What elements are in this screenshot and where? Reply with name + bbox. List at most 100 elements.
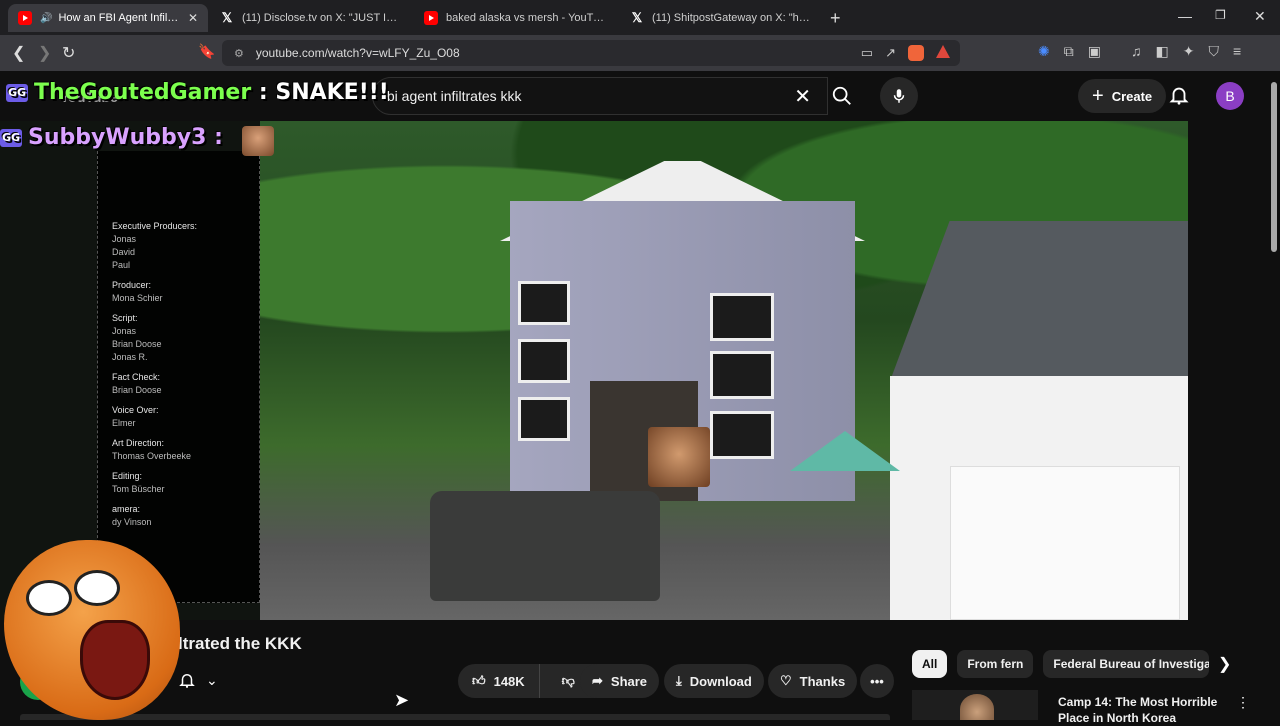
subscription-notifications[interactable]: ⌄ <box>178 670 218 690</box>
brave-rewards-icon[interactable] <box>936 45 950 58</box>
emote-face <box>648 427 710 487</box>
reload-icon[interactable]: ↻ <box>62 43 75 63</box>
recommendation-thumbnail[interactable] <box>912 690 1038 720</box>
barn-window <box>518 397 570 441</box>
brave-shield-icon[interactable] <box>908 45 924 61</box>
download-button[interactable]: ⤓ Download <box>664 664 764 698</box>
new-tab-button[interactable]: + <box>830 8 841 29</box>
puzzle-icon[interactable]: ⧉ <box>1064 43 1074 60</box>
recommendation-chips: All From fern Federal Bureau of Investig… <box>912 650 1210 678</box>
account-avatar[interactable]: B <box>1216 82 1244 110</box>
youtube-icon <box>424 11 438 25</box>
bookmark-icon[interactable]: 🔖 <box>198 43 215 60</box>
download-label: Download <box>689 673 752 689</box>
chip-all[interactable]: All <box>912 650 948 678</box>
like-count: 148K <box>493 673 525 689</box>
tab-4[interactable]: 𝕏 (11) ShitpostGateway on X: "https://t <box>620 4 820 32</box>
credits-panel: Executive Producers: Jonas David Paul Produc… <box>97 151 260 603</box>
search-query: fbi agent infiltrates kkk <box>383 88 522 104</box>
vpn-icon[interactable]: ⛉ <box>1208 43 1219 60</box>
browser-toolbar: ❮ ❯ ↻ 🔖 ⚙ youtube.com/watch?v=wLFY_Zu_O0… <box>0 35 1280 71</box>
voice-search-button[interactable] <box>880 77 918 115</box>
channel-badge-icon: GG <box>6 84 28 102</box>
menu-icon[interactable]: ≡ <box>1233 43 1241 60</box>
close-window-icon[interactable]: ✕ <box>1254 8 1266 25</box>
create-button[interactable]: + Create <box>1078 79 1167 113</box>
scrollbar-thumb[interactable] <box>1271 82 1277 252</box>
stream-overlay-message: GG TheGoutedGamer : SNAKE!!! <box>6 80 389 105</box>
microphone-icon <box>893 89 905 103</box>
garage-door <box>950 466 1180 620</box>
channel-badge-icon: GG <box>0 129 22 147</box>
overlay-streamer: TheGoutedGamer <box>34 80 252 105</box>
cast-icon[interactable]: ▭ <box>861 45 873 61</box>
credit-role: Editing: <box>112 471 143 481</box>
mascot-eye <box>74 570 120 606</box>
thumbs-up-icon: 👍︎ <box>472 673 486 688</box>
create-label: Create <box>1111 88 1153 104</box>
address-bar[interactable]: ⚙ youtube.com/watch?v=wLFY_Zu_O08 ▭ ↗ <box>222 40 960 66</box>
share-label: Share <box>610 673 648 689</box>
credit-role: Voice Over: <box>112 405 159 415</box>
emote-face <box>242 126 274 156</box>
share-button[interactable]: ➦ Share <box>580 664 660 698</box>
bell-icon <box>1169 87 1189 105</box>
video-frame <box>260 121 1188 620</box>
close-tab-icon[interactable]: ✕ <box>188 11 198 25</box>
notifications-button[interactable] <box>1168 83 1190 112</box>
back-icon[interactable]: ❮ <box>12 43 25 63</box>
forward-icon[interactable]: ❯ <box>38 43 51 63</box>
tab-3[interactable]: baked alaska vs mersh - YouTube <box>414 4 614 32</box>
chevron-down-icon: ⌄ <box>206 671 218 688</box>
sidebar-icon[interactable]: ◧ <box>1155 43 1168 60</box>
credit-role: Fact Check: <box>112 372 161 382</box>
recommendation-title[interactable]: Camp 14: The Most Horrible Place in Nort… <box>1058 694 1228 726</box>
extension-icon[interactable]: ✺ <box>1038 43 1050 60</box>
credit-name: Brian Doose <box>112 339 162 349</box>
tab-2[interactable]: 𝕏 (11) Disclose.tv on X: "JUST IN - UK r <box>210 4 410 32</box>
video-player[interactable]: Executive Producers: Jonas David Paul Produc… <box>0 121 1188 620</box>
credit-name: David <box>112 247 136 257</box>
tab-title: How an FBI Agent Infiltrated t <box>58 12 180 24</box>
thanks-icon: ♡ <box>780 673 792 688</box>
credit-role: Producer: <box>112 280 152 290</box>
site-settings-icon[interactable]: ⚙ <box>234 47 244 60</box>
chip-from-channel[interactable]: From fern <box>957 650 1034 678</box>
chevron-right-icon[interactable]: ❯ <box>1218 654 1231 674</box>
search-input[interactable]: fbi agent infiltrates kkk ✕ <box>372 77 828 115</box>
leo-icon[interactable]: ✦ <box>1183 43 1195 60</box>
stream-overlay-chatter: GG SubbyWubby3 : <box>0 125 223 150</box>
overlay-message: SNAKE!!! <box>275 80 389 105</box>
credit-name: Elmer <box>112 418 136 428</box>
credit-name: Mona Schier <box>112 293 163 303</box>
like-button[interactable]: 👍︎ 148K <box>458 664 540 698</box>
clear-search-icon[interactable]: ✕ <box>794 84 811 109</box>
x-icon: 𝕏 <box>221 10 233 25</box>
garage <box>890 376 1188 620</box>
page-scrollbar[interactable] <box>1270 72 1278 720</box>
restore-icon[interactable]: ❐ <box>1215 8 1226 22</box>
youtube-icon <box>18 11 32 25</box>
chip-topic[interactable]: Federal Bureau of Investigation <box>1043 650 1210 678</box>
overlay-chatter: SubbyWubby3 <box>28 125 207 150</box>
tab-1[interactable]: 🔊 How an FBI Agent Infiltrated t ✕ <box>8 4 208 32</box>
kebab-menu-icon[interactable]: ⋮ <box>1236 694 1250 711</box>
credit-role: amera: <box>112 504 141 514</box>
barn-window <box>518 339 570 383</box>
credit-name: Brian Doose <box>112 385 162 395</box>
credit-name: Paul <box>112 260 131 270</box>
credit-name: Jonas <box>112 326 137 336</box>
share-page-icon[interactable]: ↗ <box>885 45 896 61</box>
minimize-icon[interactable]: — <box>1178 8 1192 24</box>
barn-window <box>710 351 774 399</box>
browser-tab-strip: 🔊 How an FBI Agent Infiltrated t ✕ 𝕏 (11… <box>0 0 1280 35</box>
more-actions-button[interactable]: ••• <box>860 664 894 698</box>
search-icon <box>832 86 851 105</box>
wallet-icon[interactable]: ▣ <box>1088 43 1101 60</box>
speaker-icon[interactable]: 🔊 <box>40 13 52 24</box>
thanks-button[interactable]: ♡ Thanks <box>768 664 858 698</box>
search-button[interactable] <box>828 77 856 115</box>
more-icon: ••• <box>870 673 884 689</box>
media-icon[interactable]: ♫ <box>1131 43 1142 60</box>
share-icon: ➦ <box>592 673 603 688</box>
